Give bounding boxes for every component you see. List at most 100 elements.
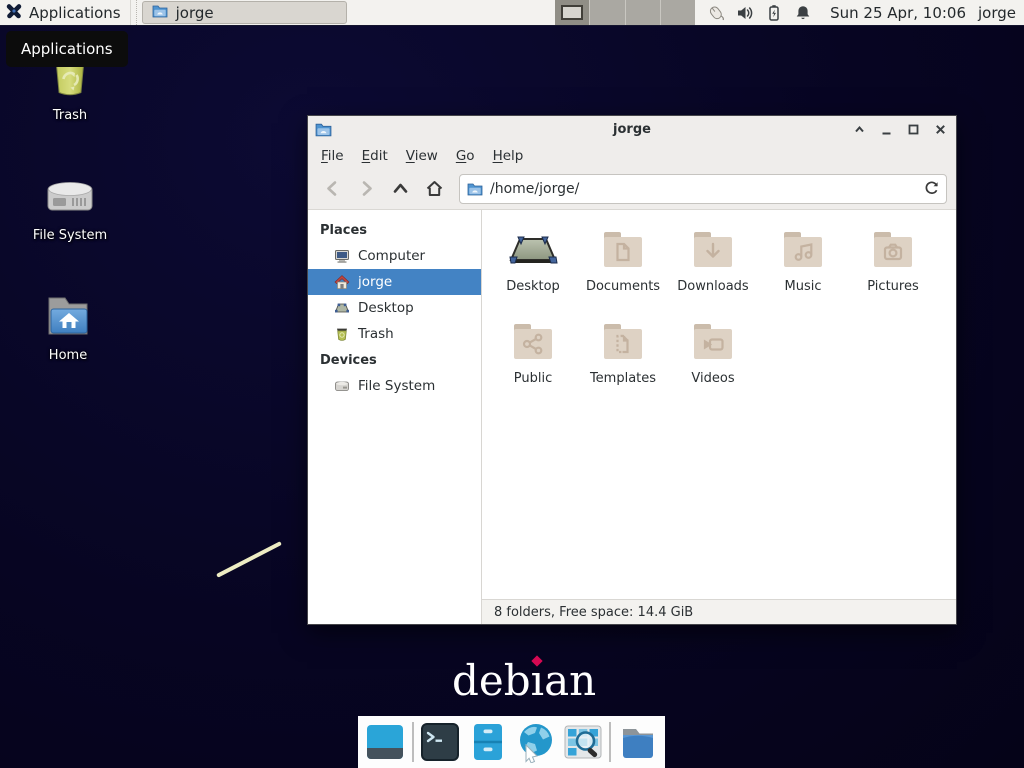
dock-terminal-button[interactable] (419, 721, 461, 763)
home-button[interactable] (419, 174, 449, 204)
taskbar-window-label: jorge (176, 4, 214, 22)
close-button[interactable] (931, 121, 949, 139)
dock-file-cabinet-button[interactable] (467, 721, 509, 763)
folder-icon (152, 3, 168, 23)
workspace-window-thumb (561, 5, 583, 20)
menu-go[interactable]: Go (447, 146, 484, 166)
sidebar-item-trash[interactable]: Trash (308, 321, 481, 347)
path-bar-input[interactable]: /home/jorge/ (459, 174, 947, 204)
file-item-label: Music (785, 279, 822, 294)
shade-button[interactable] (850, 121, 868, 139)
sidebar-header-devices: Devices (308, 347, 481, 373)
menu-label: elp (503, 148, 524, 164)
sidebar-item-desktop[interactable]: Desktop (308, 295, 481, 321)
sidebar-item-computer[interactable]: Computer (308, 243, 481, 269)
menubar: File Edit View Go Help (308, 143, 956, 168)
maximize-button[interactable] (904, 121, 922, 139)
file-item-public[interactable]: Public (488, 312, 578, 404)
menu-label: iew (415, 148, 438, 164)
sidebar-item-label: Desktop (358, 300, 414, 316)
battery-icon[interactable] (765, 4, 783, 22)
desktop-special-icon (507, 224, 559, 276)
sidebar-header-places: Places (308, 217, 481, 243)
sidebar-item-label: jorge (358, 274, 392, 290)
menu-help[interactable]: Help (484, 146, 533, 166)
file-item-music[interactable]: Music (758, 220, 848, 312)
menu-file[interactable]: File (312, 146, 353, 166)
debian-logo-text: an (544, 656, 596, 705)
up-button[interactable] (385, 174, 415, 204)
folder-icon (467, 181, 483, 197)
username-text: jorge (978, 4, 1016, 22)
applications-menu-label: Applications (29, 4, 121, 22)
workspace-2[interactable] (590, 0, 625, 25)
file-item-desktop[interactable]: Desktop (488, 220, 578, 312)
sidebar-item-jorge[interactable]: jorge (308, 269, 481, 295)
workspace-3[interactable] (626, 0, 661, 25)
sidebar: Places Computer jorge (308, 210, 482, 624)
tooltip-text: Applications (21, 40, 113, 58)
file-item-downloads[interactable]: Downloads (668, 220, 758, 312)
applications-menu-button[interactable]: Applications (0, 0, 131, 25)
file-item-label: Videos (691, 371, 734, 386)
music-folder-icon (777, 224, 829, 276)
menu-edit[interactable]: Edit (353, 146, 397, 166)
file-item-documents[interactable]: Documents (578, 220, 668, 312)
sidebar-item-label: Computer (358, 248, 425, 264)
taskbar-window-button[interactable]: jorge (142, 1, 347, 24)
reload-button[interactable] (924, 181, 939, 196)
file-item-templates[interactable]: Templates (578, 312, 668, 404)
trash-icon (334, 326, 350, 342)
dock-app-finder-button[interactable] (562, 721, 604, 763)
desktop-icon-label: Home (20, 348, 116, 363)
file-item-label: Desktop (506, 279, 560, 294)
sidebar-item-file-system[interactable]: File System (308, 373, 481, 399)
forward-button[interactable] (351, 174, 381, 204)
toolbar: /home/jorge/ (308, 168, 956, 210)
window-folder-icon (315, 121, 332, 138)
panel-clock[interactable]: Sun 25 Apr, 10:06 (822, 0, 974, 25)
home-folder-icon (39, 288, 97, 344)
wallpaper-stroke (216, 541, 282, 578)
menu-label: F (321, 148, 328, 164)
workspace-1[interactable] (555, 0, 590, 25)
menu-label: E (362, 148, 371, 164)
file-item-pictures[interactable]: Pictures (848, 220, 938, 312)
desktop-icon-label: Trash (22, 108, 118, 123)
file-item-label: Documents (586, 279, 660, 294)
menu-view[interactable]: View (397, 146, 447, 166)
file-item-videos[interactable]: Videos (668, 312, 758, 404)
downloads-folder-icon (687, 224, 739, 276)
menu-label: ile (328, 148, 344, 164)
volume-icon[interactable] (736, 4, 754, 22)
clock-text: Sun 25 Apr, 10:06 (830, 4, 966, 22)
dock-panel (358, 716, 665, 768)
menu-label: V (406, 148, 415, 164)
back-button[interactable] (317, 174, 347, 204)
desktop-icon (334, 300, 350, 316)
xfce-applications-icon (5, 2, 23, 24)
panel-spacer (347, 0, 555, 25)
files-view: Desktop Documents (482, 210, 956, 599)
dock-web-browser-button[interactable] (514, 721, 556, 763)
dock-file-manager-button[interactable] (617, 721, 659, 763)
desktop-icon-label: File System (22, 228, 118, 243)
desktop-icon-file-system[interactable]: File System (22, 168, 118, 243)
dock-separator (609, 722, 611, 762)
documents-folder-icon (597, 224, 649, 276)
notification-bell-icon[interactable] (794, 4, 812, 22)
sidebar-item-label: File System (358, 378, 435, 394)
dock-show-desktop-button[interactable] (364, 721, 406, 763)
panel-user-actions[interactable]: jorge (974, 0, 1024, 25)
window-titlebar[interactable]: jorge (308, 116, 956, 143)
videos-folder-icon (687, 316, 739, 368)
system-tray (695, 0, 822, 25)
workspace-switcher[interactable] (555, 0, 695, 25)
minimize-button[interactable] (877, 121, 895, 139)
mouse-device-icon[interactable] (707, 4, 725, 22)
workspace-4[interactable] (661, 0, 695, 25)
hard-drive-icon (41, 168, 99, 224)
desktop-icon-home[interactable]: Home (20, 288, 116, 363)
debian-logo: debıan (452, 656, 596, 705)
statusbar: 8 folders, Free space: 14.4 GiB (482, 599, 956, 624)
